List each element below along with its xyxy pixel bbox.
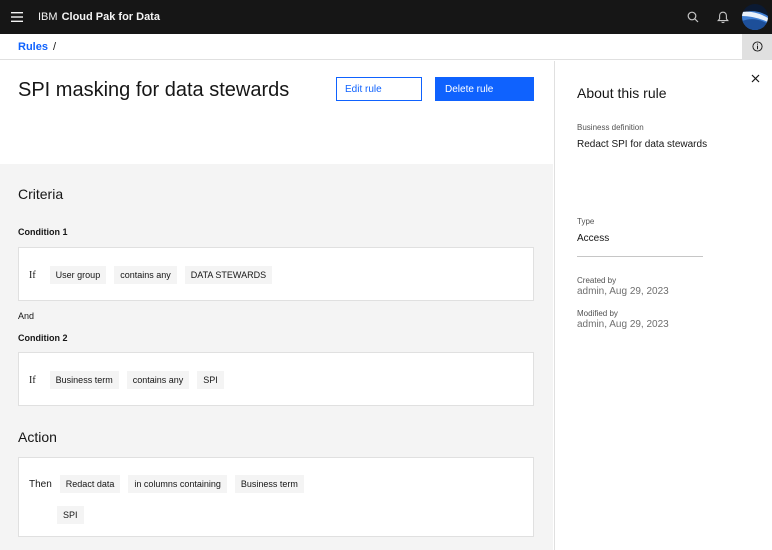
action-verb-tag: Redact data [59, 475, 121, 493]
modified-by-label: Modified by [577, 309, 618, 318]
breadcrumb-separator: / [52, 41, 57, 53]
brand-ibm: IBM [38, 11, 58, 23]
action-heading: Action [18, 429, 57, 445]
action-row: Then Redact data in columns containing B… [29, 475, 312, 493]
type-value: Access [577, 233, 610, 244]
rule-detail-main: SPI masking for data stewards Edit rule … [0, 61, 553, 550]
condition-value-tag: SPI [197, 371, 224, 389]
hamburger-menu-icon[interactable] [0, 0, 34, 34]
condition-operator-tag: contains any [114, 266, 177, 284]
breadcrumb-bar: Rules / [0, 34, 772, 60]
action-target-tag: in columns containing [128, 475, 227, 493]
condition-field-tag: User group [49, 266, 107, 284]
business-definition-label: Business definition [577, 123, 644, 132]
delete-rule-button[interactable]: Delete rule [435, 77, 534, 101]
business-definition-value: Redact SPI for data stewards [577, 139, 708, 150]
about-rule-panel: About this rule Business definition Reda… [554, 61, 772, 550]
created-by-label: Created by [577, 276, 617, 285]
condition-2-label: Condition 2 [18, 333, 68, 343]
edit-rule-button[interactable]: Edit rule [336, 77, 422, 101]
condition-value-tag: DATA STEWARDS [184, 266, 273, 284]
panel-divider [577, 256, 703, 257]
action-field-tag: Business term [234, 475, 304, 493]
breadcrumb: Rules / [18, 41, 56, 53]
if-keyword: If [29, 374, 36, 386]
action-value-row: SPI [57, 506, 92, 524]
condition-field-tag: Business term [49, 371, 119, 389]
avatar-image [742, 4, 768, 30]
if-keyword: If [29, 269, 36, 281]
type-label: Type [577, 217, 595, 226]
header-actions [678, 0, 772, 34]
panel-title: About this rule [577, 85, 667, 101]
user-avatar[interactable] [738, 0, 772, 34]
condition-operator-tag: contains any [126, 371, 190, 389]
condition-2-card: If Business term contains any SPI [18, 352, 534, 406]
then-keyword: Then [29, 478, 52, 490]
condition-1-card: If User group contains any DATA STEWARDS [18, 247, 534, 301]
breadcrumb-rules-link[interactable]: Rules [18, 41, 48, 53]
top-header: IBM Cloud Pak for Data [0, 0, 772, 34]
modified-by-value: admin, Aug 29, 2023 [577, 319, 669, 330]
condition-2-row: If Business term contains any SPI [29, 371, 232, 389]
info-icon[interactable] [742, 34, 772, 59]
close-icon[interactable] [748, 71, 762, 85]
product-name[interactable]: IBM Cloud Pak for Data [38, 11, 160, 23]
condition-1-label: Condition 1 [18, 227, 68, 237]
condition-1-row: If User group contains any DATA STEWARDS [29, 266, 280, 284]
action-value-tag: SPI [57, 506, 84, 524]
brand-product: Cloud Pak for Data [61, 11, 160, 23]
criteria-heading: Criteria [18, 186, 64, 202]
and-label: And [18, 311, 35, 321]
action-card: Then Redact data in columns containing B… [18, 457, 534, 537]
page-title: SPI masking for data stewards [18, 79, 290, 101]
bell-icon[interactable] [708, 0, 738, 34]
title-area: SPI masking for data stewards Edit rule … [0, 61, 553, 164]
search-icon[interactable] [678, 0, 708, 34]
created-by-value: admin, Aug 29, 2023 [577, 286, 669, 297]
